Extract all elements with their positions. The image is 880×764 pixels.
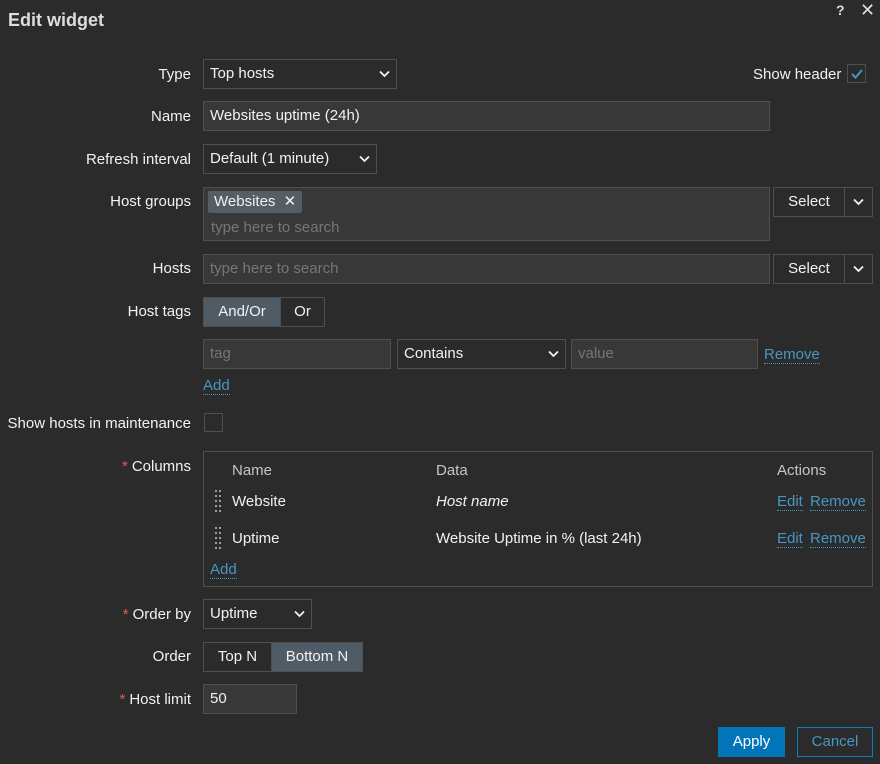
chevron-down-icon [359,155,370,163]
required-marker: * [121,458,128,475]
apply-button[interactable]: Apply [718,727,785,757]
chevron-down-icon [853,198,864,206]
hosts-label: Hosts [152,260,191,277]
host-tags-label: Host tags [127,303,191,320]
column-header-actions: Actions [777,462,827,479]
refresh-interval-label: Refresh interval [85,151,191,168]
host-groups-dropdown-button[interactable] [844,187,873,217]
host-limit-label-text: Host limit [129,691,191,708]
drag-handle-icon[interactable] [215,527,223,549]
show-header-label: Show header [753,66,842,83]
order-by-select[interactable]: Uptime [203,599,312,629]
hosts-search-input[interactable]: type here to search [203,254,770,284]
order-by-label: * Order by [123,606,191,623]
columns-table: Name Data Actions Website Host name Edit… [203,451,873,587]
tag-operator-select[interactable]: Contains [397,339,566,369]
help-icon[interactable]: ? [836,2,845,18]
drag-handle-icon[interactable] [215,490,223,512]
refresh-interval-select[interactable]: Default (1 minute) [203,144,377,174]
host-limit-label: * Host limit [119,691,191,708]
host-group-chip-label: Websites [214,193,276,210]
hosts-select-button[interactable]: Select [773,254,845,284]
host-groups-select-button[interactable]: Select [773,187,845,217]
tag-operator-value: Contains [404,345,464,362]
column-row-name: Website [232,493,286,510]
type-select-value: Top hosts [210,65,275,82]
host-tags-andor-option[interactable]: And/Or [203,297,281,327]
hosts-dropdown-button[interactable] [844,254,873,284]
order-top-n-option[interactable]: Top N [203,642,272,672]
tag-add-link[interactable]: Add [203,378,230,395]
column-edit-link[interactable]: Edit [777,531,803,548]
tag-name-input[interactable]: tag [203,339,391,369]
order-by-value: Uptime [210,605,258,622]
close-icon[interactable]: ✕ [860,0,875,21]
column-row-name: Uptime [232,530,280,547]
required-marker: * [122,606,129,623]
column-row-data: Host name [436,493,509,510]
tag-value-input[interactable]: value [571,339,758,369]
host-group-chip: Websites ✕ [208,191,303,213]
columns-label-text: Columns [131,458,191,475]
columns-label: * Columns [122,458,191,475]
name-input[interactable]: Websites uptime (24h) [203,101,770,131]
required-marker: * [119,691,126,708]
chevron-down-icon [379,70,390,78]
column-add-link[interactable]: Add [210,562,237,579]
type-label: Type [158,66,191,83]
maintenance-checkbox[interactable] [204,413,223,432]
column-header-data: Data [436,462,468,479]
column-remove-link[interactable]: Remove [810,494,866,511]
host-groups-label: Host groups [110,193,191,210]
refresh-interval-value: Default (1 minute) [210,150,330,167]
maintenance-label: Show hosts in maintenance [7,415,191,432]
column-remove-link[interactable]: Remove [810,531,866,548]
host-groups-search-placeholder[interactable]: type here to search [208,219,765,236]
host-groups-multiselect[interactable]: Websites ✕ type here to search [203,187,770,241]
column-header-name: Name [232,462,273,479]
column-edit-link[interactable]: Edit [777,494,803,511]
remove-chip-icon[interactable]: ✕ [284,193,297,210]
order-by-label-text: Order by [132,606,191,623]
order-bottom-n-option[interactable]: Bottom N [271,642,363,672]
show-header-checkbox[interactable] [847,64,866,83]
host-limit-input[interactable]: 50 [203,684,297,714]
cancel-button[interactable]: Cancel [797,727,873,757]
dialog-title: Edit widget [8,10,104,30]
type-select[interactable]: Top hosts [203,59,397,89]
tag-remove-link[interactable]: Remove [764,347,820,364]
order-label: Order [152,648,191,665]
chevron-down-icon [548,350,559,358]
chevron-down-icon [294,610,305,618]
chevron-down-icon [853,265,864,273]
host-tags-or-option[interactable]: Or [280,297,325,327]
checkmark-icon [851,69,863,79]
name-label: Name [150,108,191,125]
column-row-data: Website Uptime in % (last 24h) [436,530,642,547]
